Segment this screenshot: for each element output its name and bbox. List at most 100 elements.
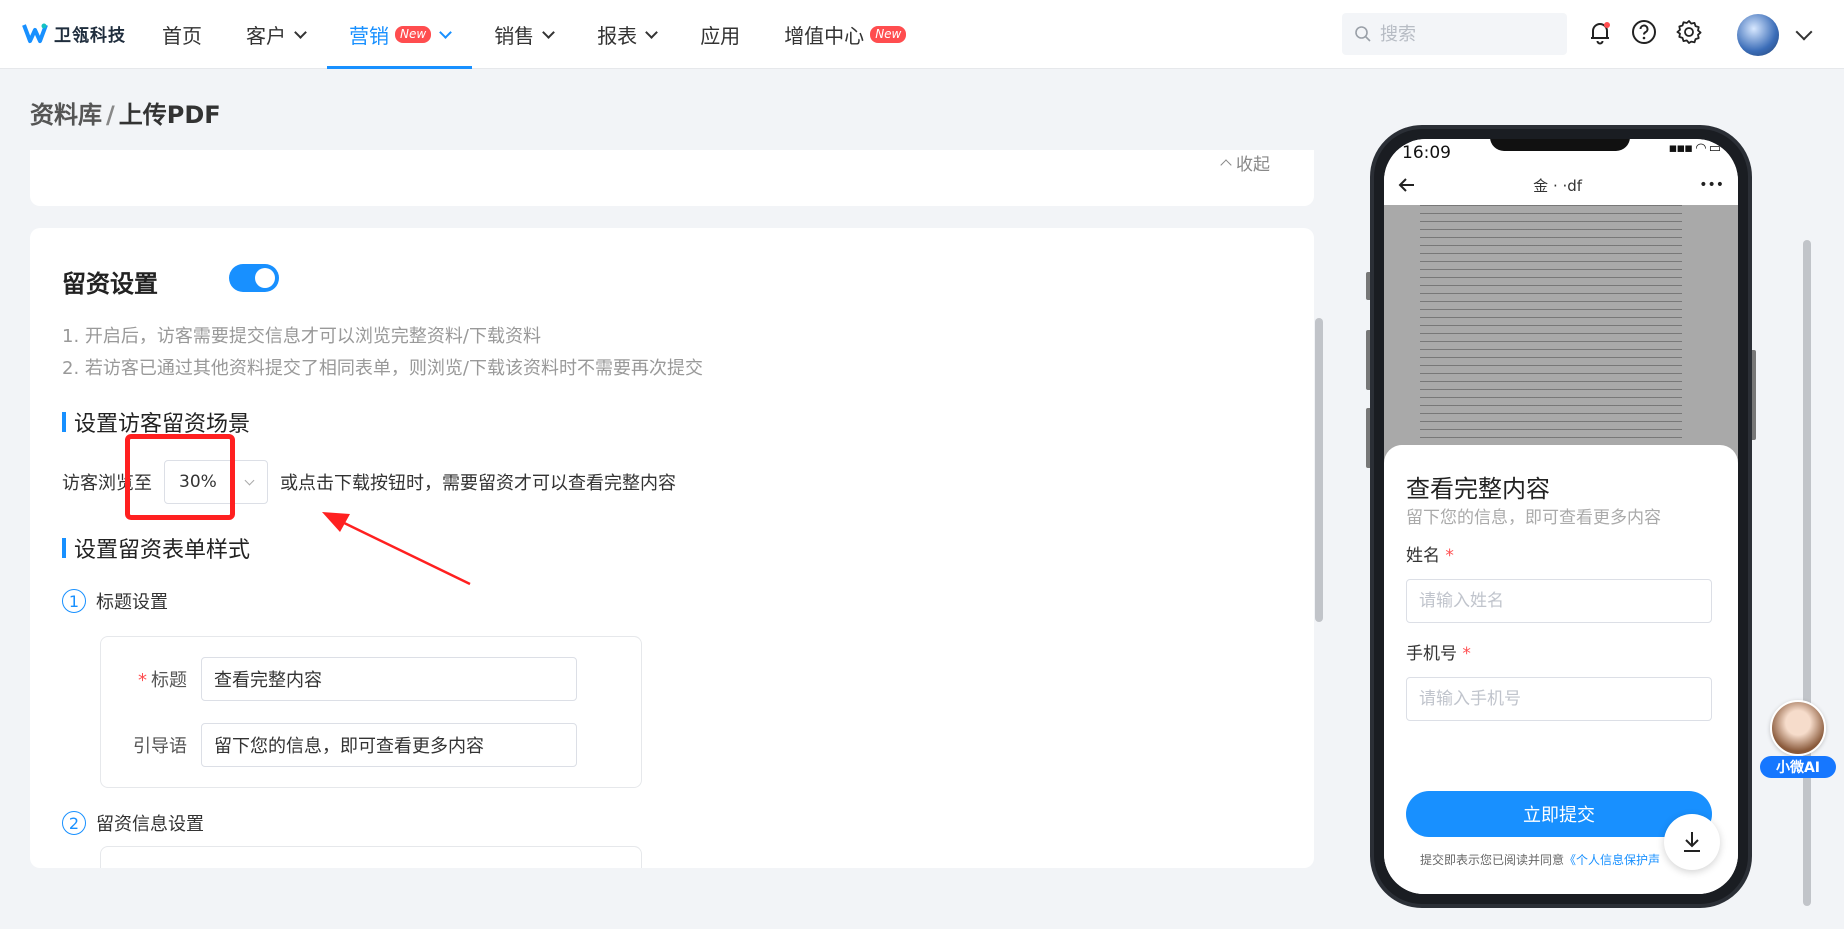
phone-navbar: 金 · ·df •••	[1384, 165, 1738, 205]
nav-item-apps[interactable]: 应用	[678, 0, 762, 69]
chevron-down-icon	[439, 25, 453, 39]
required-mark: *	[1445, 546, 1454, 566]
phone-preview: 16:09 ▪▪▪ ◠ ▭ 金 · ·df ••• 查看完整内容 留下您的信息，…	[1370, 125, 1752, 908]
nav-label: 应用	[700, 24, 741, 48]
guide-input[interactable]	[201, 723, 577, 767]
breadcrumb-current: 上传PDF	[118, 101, 221, 129]
percent-select[interactable]: 30%	[164, 460, 268, 504]
name-label-text: 姓名	[1406, 546, 1440, 566]
step-lead-info-settings: 2 留资信息设置	[62, 810, 204, 836]
form-style-subtitle: 设置留资表单样式	[62, 532, 250, 564]
percent-value: 30%	[179, 472, 217, 492]
title-label: * 标题	[101, 666, 201, 692]
nav-label: 报表	[597, 24, 638, 48]
phone-label: 手机号 *	[1406, 639, 1471, 664]
scene-suffix: 或点击下载按钮时，需要留资才可以查看完整内容	[280, 473, 676, 494]
nav-item-customers[interactable]: 客户	[224, 0, 327, 69]
nav-label: 增值中心	[784, 24, 865, 48]
phone-label-text: 手机号	[1406, 644, 1457, 664]
privacy-link[interactable]: 《个人信息保护声	[1564, 853, 1660, 867]
back-arrow-icon[interactable]	[1398, 176, 1416, 194]
lead-settings-panel: 留资设置 1. 开启后，访客需要提交信息才可以浏览完整资料/下载资料 2. 若访…	[30, 228, 1314, 868]
avatar[interactable]	[1737, 14, 1779, 56]
name-label: 姓名 *	[1406, 541, 1454, 566]
more-icon[interactable]: •••	[1699, 177, 1724, 193]
scene-subtitle: 设置访客留资场景	[62, 406, 250, 438]
agreement-text: 提交即表示您已阅读并同意《个人信息保护声	[1420, 851, 1660, 868]
scene-prefix: 访客浏览至	[62, 473, 152, 494]
accent-bar	[62, 538, 66, 558]
accent-bar	[62, 412, 66, 432]
brand-logo[interactable]: 卫瓴科技	[22, 20, 126, 46]
breadcrumb-root[interactable]: 资料库	[30, 101, 102, 129]
phone-number-input[interactable]	[1406, 677, 1712, 721]
step-label: 标题设置	[96, 592, 168, 613]
nav-label: 首页	[162, 24, 202, 48]
breadcrumb: 资料库 / 上传PDF	[30, 95, 221, 130]
status-time: 16:09	[1402, 143, 1451, 163]
lead-toggle-switch[interactable]	[229, 264, 279, 292]
chevron-down-icon[interactable]	[1795, 23, 1813, 41]
phone-page-title: 金 · ·df	[1533, 176, 1583, 195]
nav-item-home[interactable]: 首页	[140, 0, 224, 69]
download-button[interactable]	[1664, 814, 1720, 870]
agreement-prefix: 提交即表示您已阅读并同意	[1420, 853, 1565, 867]
ai-assistant-button[interactable]: 小微AI	[1760, 700, 1836, 780]
pdf-preview	[1384, 205, 1738, 465]
chevron-down-icon	[294, 25, 307, 39]
nav-label: 营销	[349, 24, 389, 48]
guide-label: 引导语	[133, 736, 187, 757]
breadcrumb-separator: /	[106, 101, 115, 129]
search-icon	[1355, 26, 1371, 42]
new-badge: New	[395, 26, 432, 43]
note-2: 2. 若访客已通过其他资料提交了相同表单，则浏览/下载该资料时不需要再次提交	[62, 358, 703, 379]
section-title: 留资设置	[62, 270, 158, 298]
required-mark: *	[1462, 644, 1471, 664]
nav-label: 客户	[246, 24, 286, 48]
status-icons: ▪▪▪ ◠ ▭	[1668, 141, 1721, 156]
logo-icon	[22, 23, 48, 43]
nav-item-marketing[interactable]: 营销 New	[327, 0, 473, 69]
new-badge: New	[870, 26, 907, 43]
gear-icon[interactable]	[1673, 16, 1705, 48]
collapse-toggle[interactable]: 收起	[1220, 150, 1270, 175]
nav-item-value-center[interactable]: 增值中心 New	[762, 0, 928, 69]
phone-screen: 16:09 ▪▪▪ ◠ ▭ 金 · ·df ••• 查看完整内容 留下您的信息，…	[1384, 139, 1738, 894]
chevron-down-icon	[542, 25, 556, 39]
nav-item-reports[interactable]: 报表	[575, 0, 678, 69]
preview-scrollbar[interactable]	[1803, 240, 1811, 906]
scene-row: 访客浏览至 30% 或点击下载按钮时，需要留资才可以查看完整内容	[62, 460, 676, 504]
help-icon[interactable]	[1628, 16, 1660, 48]
title-settings-box: *标题 引导语	[100, 636, 642, 788]
note-1: 1. 开启后，访客需要提交信息才可以浏览完整资料/下载资料	[62, 326, 541, 347]
bell-icon[interactable]	[1584, 16, 1616, 48]
search-input[interactable]	[1380, 23, 1550, 45]
title-row: * 标题	[101, 657, 577, 701]
step-number: 1	[62, 589, 86, 613]
lead-form-sheet: 查看完整内容 留下您的信息，即可查看更多内容 姓名 * 手机号 * 立即提交 提…	[1384, 445, 1738, 894]
main-scrollbar[interactable]	[1315, 318, 1323, 622]
main-nav: 首页 客户 营销 New 销售 报表 应用 增值中心 New	[140, 0, 928, 69]
lead-info-box	[100, 846, 642, 868]
title-input[interactable]	[201, 657, 577, 701]
chevron-down-icon	[645, 25, 659, 39]
ai-avatar	[1770, 700, 1826, 756]
ai-assistant-label: 小微AI	[1760, 756, 1836, 778]
guide-row: 引导语	[101, 723, 577, 767]
search-box[interactable]	[1342, 13, 1567, 55]
name-input[interactable]	[1406, 579, 1712, 623]
step-label: 留资信息设置	[96, 814, 204, 835]
nav-item-sales[interactable]: 销售	[472, 0, 575, 69]
scene-subtitle-text: 设置访客留资场景	[74, 412, 251, 437]
chevron-down-icon	[244, 475, 255, 485]
top-navbar: 卫瓴科技 首页 客户 营销 New 销售 报表 应用 增值中心 New	[0, 0, 1844, 69]
sheet-title: 查看完整内容	[1406, 475, 1550, 503]
collapse-label: 收起	[1236, 155, 1270, 175]
download-icon	[1684, 832, 1700, 852]
nav-label: 销售	[494, 24, 535, 48]
upload-panel: 收起	[30, 150, 1314, 206]
chevron-up-icon	[1220, 159, 1232, 171]
required-mark: *	[138, 670, 147, 691]
annotation-arrow-icon	[322, 512, 471, 586]
sheet-subtitle: 留下您的信息，即可查看更多内容	[1406, 508, 1661, 528]
